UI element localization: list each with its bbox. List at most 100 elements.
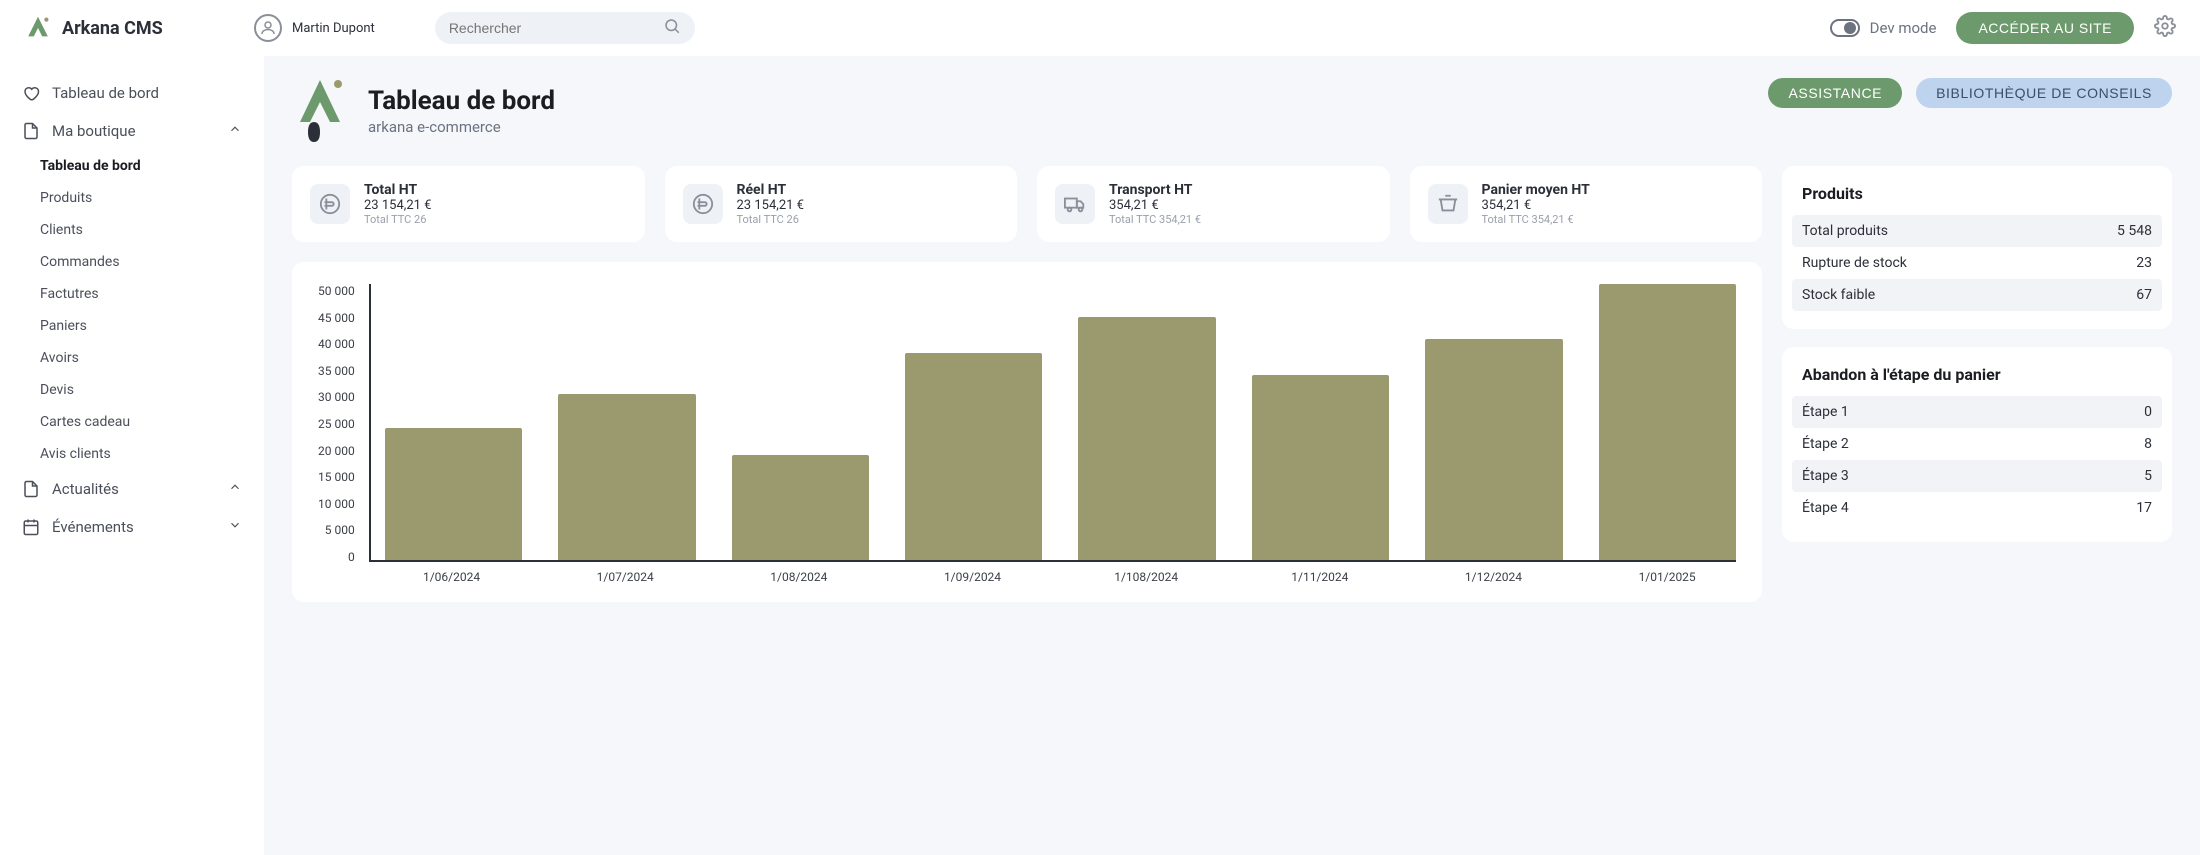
stat-title: Panier moyen HT (1482, 182, 1590, 198)
table-row: Étape 2 8 (1802, 428, 2152, 460)
chart-bar (732, 455, 869, 560)
sidebar-subitem[interactable]: Factutres (0, 278, 264, 310)
avatar-icon (254, 14, 282, 42)
stat-sub: Total TTC 354,21 € (1482, 213, 1590, 226)
sidebar-subitem[interactable]: Tableau de bord (0, 150, 264, 182)
main-content: Tableau de bord arkana e-commerce ASSIST… (264, 56, 2200, 855)
row-label: Rupture de stock (1802, 255, 1907, 271)
sidebar-subitem[interactable]: Cartes cadeau (0, 406, 264, 438)
row-value: 5 (2144, 468, 2152, 484)
x-tick: 1/01/2025 (1598, 570, 1736, 584)
sidebar-item-dashboard[interactable]: Tableau de bord (0, 74, 264, 112)
row-value: 0 (2144, 404, 2152, 420)
chart-bar (1599, 284, 1736, 560)
sidebar-subitem[interactable]: Commandes (0, 246, 264, 278)
user-name: Martin Dupont (292, 21, 375, 36)
stat-title: Réel HT (737, 182, 804, 198)
sidebar-subitem[interactable]: Clients (0, 214, 264, 246)
y-tick: 45 000 (318, 311, 355, 325)
sidebar-item-label: Tableau de bord (52, 84, 159, 102)
sidebar-subitem[interactable]: Avis clients (0, 438, 264, 470)
file-icon (22, 122, 40, 140)
app-header: Arkana CMS Martin Dupont Dev mode ACCÉDE… (0, 0, 2200, 56)
chart-bar (385, 428, 522, 560)
table-row: Stock faible67 (1792, 279, 2162, 311)
stat-title: Transport HT (1109, 182, 1201, 198)
assistance-button[interactable]: ASSISTANCE (1768, 78, 1902, 108)
brand-name: Arkana CMS (62, 18, 163, 39)
y-tick: 20 000 (318, 444, 355, 458)
user-block[interactable]: Martin Dupont (254, 14, 375, 42)
stat-card: Total HT 23 154,21 € Total TTC 26 (292, 166, 645, 242)
stat-sub: Total TTC 26 (364, 213, 431, 226)
sidebar-item-label: Événements (52, 518, 134, 536)
euro-icon (683, 184, 723, 224)
table-row: Étape 417 (1802, 492, 2152, 524)
chart-bar (558, 394, 695, 560)
search-icon (663, 17, 681, 39)
sidebar-item-news[interactable]: Actualités (0, 470, 264, 508)
y-tick: 40 000 (318, 337, 355, 351)
heart-icon (22, 84, 40, 102)
y-tick: 30 000 (318, 390, 355, 404)
x-tick: 1/06/2024 (383, 570, 521, 584)
products-panel: Produits Total produits 5 548 Rupture de s… (1782, 166, 2172, 329)
chart-bar (905, 353, 1042, 560)
chart-bar (1425, 339, 1562, 560)
row-value: 5 548 (2117, 223, 2152, 239)
row-value: 23 (2136, 255, 2152, 271)
file-icon (22, 480, 40, 498)
stat-value: 354,21 € (1482, 198, 1590, 213)
basket-icon (1428, 184, 1468, 224)
table-row: Étape 35 (1792, 460, 2162, 492)
y-tick: 25 000 (318, 417, 355, 431)
sidebar-item-label: Ma boutique (52, 122, 136, 140)
row-value: 8 (2144, 436, 2152, 452)
gear-icon[interactable] (2154, 15, 2176, 41)
sidebar-subitem[interactable]: Produits (0, 182, 264, 214)
row-label: Étape 2 (1802, 436, 1849, 452)
row-label: Étape 1 (1802, 404, 1849, 420)
search-input-wrap[interactable] (435, 12, 695, 44)
stat-title: Total HT (364, 182, 431, 198)
sidebar-subitem[interactable]: Devis (0, 374, 264, 406)
access-site-button[interactable]: ACCÉDER AU SITE (1956, 12, 2134, 44)
revenue-chart: 50 00045 00040 00035 00030 00025 00020 0… (292, 262, 1762, 602)
chart-bar (1078, 317, 1215, 560)
toggle-icon (1830, 19, 1860, 37)
sidebar-item-events[interactable]: Événements (0, 508, 264, 546)
stat-value: 23 154,21 € (364, 198, 431, 213)
chevron-up-icon (228, 480, 242, 498)
x-tick: 1/11/2024 (1251, 570, 1389, 584)
panel-title: Produits (1802, 184, 2152, 203)
y-tick: 35 000 (318, 364, 355, 378)
stat-value: 23 154,21 € (737, 198, 804, 213)
sidebar-item-label: Actualités (52, 480, 119, 498)
x-tick: 1/07/2024 (556, 570, 694, 584)
table-row: Rupture de stock 23 (1802, 247, 2152, 279)
calendar-icon (22, 518, 40, 536)
x-tick: 1/12/2024 (1425, 570, 1563, 584)
stat-card: Panier moyen HT 354,21 € Total TTC 354,2… (1410, 166, 1763, 242)
table-row: Total produits 5 548 (1792, 215, 2162, 247)
dev-mode-toggle[interactable]: Dev mode (1830, 19, 1937, 37)
page-title: Tableau de bord (368, 86, 555, 116)
sidebar-subitem[interactable]: Paniers (0, 310, 264, 342)
chart-bar (1252, 375, 1389, 560)
y-tick: 15 000 (318, 470, 355, 484)
row-label: Total produits (1802, 223, 1888, 239)
cart-abandon-panel: Abandon à l'étape du panier Étape 10Étap… (1782, 347, 2172, 542)
sidebar-item-shop[interactable]: Ma boutique (0, 112, 264, 150)
dev-mode-label: Dev mode (1870, 19, 1937, 37)
x-tick: 1/108/2024 (1077, 570, 1215, 584)
sidebar-subitem[interactable]: Avoirs (0, 342, 264, 374)
sidebar: Tableau de bord Ma boutique Tableau de b… (0, 56, 264, 855)
stat-value: 354,21 € (1109, 198, 1201, 213)
advice-library-button[interactable]: BIBLIOTHÈQUE DE CONSEILS (1916, 78, 2172, 108)
panel-title: Abandon à l'étape du panier (1802, 365, 2152, 384)
x-tick: 1/08/2024 (730, 570, 868, 584)
table-row: Étape 1 0 (1792, 396, 2162, 428)
row-value: 17 (2136, 500, 2152, 516)
search-input[interactable] (449, 20, 663, 36)
chevron-up-icon (228, 122, 242, 140)
